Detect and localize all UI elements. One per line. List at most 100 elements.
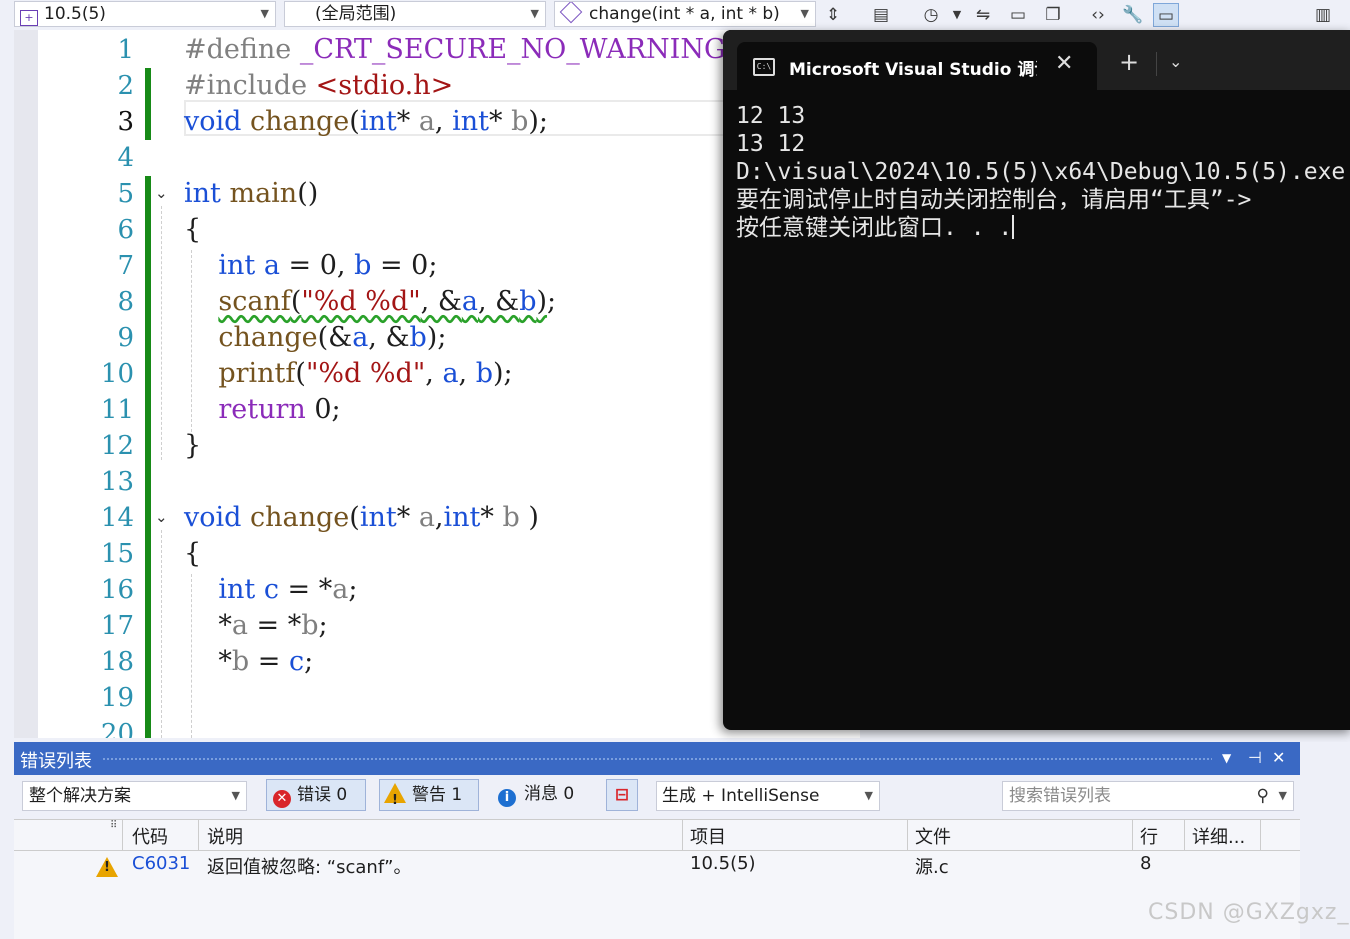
pin-icon[interactable]: ⊣ xyxy=(1248,748,1262,767)
column-header-details[interactable]: 详细... xyxy=(1192,823,1245,849)
line-number: 19 xyxy=(100,683,134,713)
member-dropdown[interactable]: change(int * a, int * b) ▼ xyxy=(554,1,816,27)
console-line: 12 13 xyxy=(736,103,806,129)
selection-margin xyxy=(14,30,38,738)
chevron-down-icon: ▼ xyxy=(1278,789,1287,802)
code-line: } xyxy=(184,430,202,461)
warnings-filter-label: 警告 1 xyxy=(412,785,463,805)
project-icon: + xyxy=(20,10,38,26)
console-tab[interactable]: C:\ Microsoft Visual Studio 调试控制台 ✕ xyxy=(737,42,1097,90)
code-line: int a = 0, b = 0; xyxy=(218,250,438,281)
table-row[interactable]: C6031 返回值被忽略: “scanf”。 10.5(5) 源.c 8 xyxy=(14,850,1300,882)
column-header-description[interactable]: 说明 xyxy=(207,823,243,849)
error-code-link[interactable]: C6031 xyxy=(132,853,190,874)
line-number: 4 xyxy=(117,143,134,173)
console-line: D:\visual\2024\10.5(5)\x64\Debug\10.5(5)… xyxy=(736,159,1346,185)
code-line: #define _CRT_SECURE_NO_WARNINGS xyxy=(184,34,745,65)
member-name: change(int * a, int * b) xyxy=(589,4,780,24)
build-source-select[interactable]: 生成 + IntelliSense ▼ xyxy=(656,781,880,811)
line-number: 1 xyxy=(117,35,134,65)
side-panel-icon[interactable]: ▥ xyxy=(1310,3,1336,27)
method-cube-icon xyxy=(559,2,583,24)
chevron-down-icon: ▼ xyxy=(530,7,539,20)
console-output[interactable]: 12 13 13 12 D:\visual\2024\10.5(5)\x64\Deb… xyxy=(736,102,1345,242)
error-icon: ✕ xyxy=(273,790,291,808)
console-line: 按任意键关闭此窗口. . . xyxy=(736,215,1013,241)
search-error-list-input[interactable]: 搜索错误列表 ⚲ ▼ xyxy=(1002,781,1294,811)
line-number: 16 xyxy=(100,575,134,605)
drag-grip[interactable] xyxy=(102,757,1212,761)
chevron-down-icon: ▼ xyxy=(260,7,269,20)
column-header-code[interactable]: 代码 xyxy=(132,823,168,849)
sort-grip-icon: ⠿ xyxy=(110,820,118,831)
line-number: 5 xyxy=(117,179,134,209)
error-project: 10.5(5) xyxy=(690,853,756,874)
chevron-down-icon: ▼ xyxy=(231,789,240,802)
close-icon[interactable]: ✕ xyxy=(1055,51,1073,76)
debug-console-window[interactable]: C:\ Microsoft Visual Studio 调试控制台 ✕ + ⌄ … xyxy=(723,30,1350,730)
watermark: CSDN @GXZgxz_ xyxy=(1148,900,1350,925)
chevron-down-icon: ▼ xyxy=(864,789,873,802)
copy-icon[interactable]: ❐ xyxy=(1040,3,1066,27)
line-number-current: 3 xyxy=(117,107,134,137)
collapse-chevron-icon[interactable]: ⌄ xyxy=(155,184,168,202)
project-name: 10.5(5) xyxy=(44,4,106,24)
column-header-line[interactable]: 行 xyxy=(1140,823,1158,849)
code-line: return 0; xyxy=(218,394,341,425)
collapse-chevron-icon[interactable]: ⌄ xyxy=(155,508,168,526)
chevron-down-icon: ▼ xyxy=(800,7,809,20)
error-list-column-headers: ⠿ 代码 说明 项目 文件 行 详细... xyxy=(14,819,1300,851)
column-header-file[interactable]: 文件 xyxy=(915,823,951,849)
line-number: 7 xyxy=(117,251,134,281)
filter-current-document-button[interactable]: ⊟ xyxy=(606,779,638,811)
search-placeholder: 搜索错误列表 xyxy=(1009,786,1111,806)
messages-filter-button[interactable]: i 消息 0 xyxy=(494,779,594,811)
error-list-panel: 错误列表 ▼ ⊣ ✕ 整个解决方案 ▼ ✕ 错误 0 警告 1 i 消息 0 ⊟ 生… xyxy=(14,742,1300,939)
code-line: void change(int* a,int* b ) xyxy=(184,502,539,533)
code-icon[interactable]: ‹› xyxy=(1085,3,1111,27)
column-header-project[interactable]: 项目 xyxy=(690,823,726,849)
info-icon: i xyxy=(498,789,516,807)
project-dropdown[interactable]: +10.5(5) ▼ xyxy=(14,1,276,27)
console-line-prompt: 按任意键关闭此窗口. . . xyxy=(736,214,1345,242)
messages-filter-label: 消息 0 xyxy=(524,784,575,804)
text-cursor xyxy=(1012,215,1015,239)
fold-guide xyxy=(161,206,162,460)
split-window-icon[interactable]: ⇕ xyxy=(820,3,846,27)
collapse-icon[interactable]: ▭ xyxy=(1005,3,1031,27)
code-line: printf("%d %d", a, b); xyxy=(218,358,513,389)
column-divider xyxy=(682,820,683,850)
scope-dropdown[interactable]: (全局范围) ▼ xyxy=(284,1,546,27)
terminal-icon: C:\ xyxy=(753,58,775,76)
new-tab-plus-icon[interactable]: + xyxy=(1119,50,1139,74)
column-divider xyxy=(1184,820,1185,850)
warnings-filter-button[interactable]: 警告 1 xyxy=(379,779,479,816)
line-number: 15 xyxy=(100,539,134,569)
error-line: 8 xyxy=(1140,853,1152,874)
errors-filter-button[interactable]: ✕ 错误 0 xyxy=(266,779,366,811)
line-number: 9 xyxy=(117,323,134,353)
line-number: 10 xyxy=(100,359,134,389)
navigation-bar: +10.5(5) ▼ (全局范围) ▼ change(int * a, int … xyxy=(0,0,1350,30)
sync-icon[interactable]: ⇋ xyxy=(970,3,996,27)
preview-icon[interactable]: ▭ xyxy=(1153,3,1179,27)
close-icon[interactable]: ✕ xyxy=(1272,748,1285,767)
dropdown-chevron-icon[interactable]: ▼ xyxy=(1222,751,1231,765)
column-divider xyxy=(1132,820,1133,850)
change-indicator xyxy=(145,68,151,140)
warning-icon xyxy=(384,783,406,816)
history-icon[interactable]: ◷ xyxy=(918,3,944,27)
code-line: { xyxy=(184,538,202,569)
code-line: *a = *b; xyxy=(184,610,328,641)
line-number: 12 xyxy=(100,431,134,461)
line-number: 17 xyxy=(100,611,134,641)
code-line: *b = c; xyxy=(184,646,314,677)
line-number: 20 xyxy=(100,719,134,738)
solution-explorer-icon[interactable]: ▤ xyxy=(868,3,894,27)
scope-select[interactable]: 整个解决方案 ▼ xyxy=(22,781,247,811)
code-line: change(&a, &b); xyxy=(218,322,447,353)
wrench-icon[interactable]: 🔧 xyxy=(1120,3,1146,27)
fold-guide xyxy=(161,530,162,738)
chevron-down-icon[interactable]: ⌄ xyxy=(1169,52,1182,71)
chevron-down-icon[interactable]: ▼ xyxy=(944,3,970,27)
